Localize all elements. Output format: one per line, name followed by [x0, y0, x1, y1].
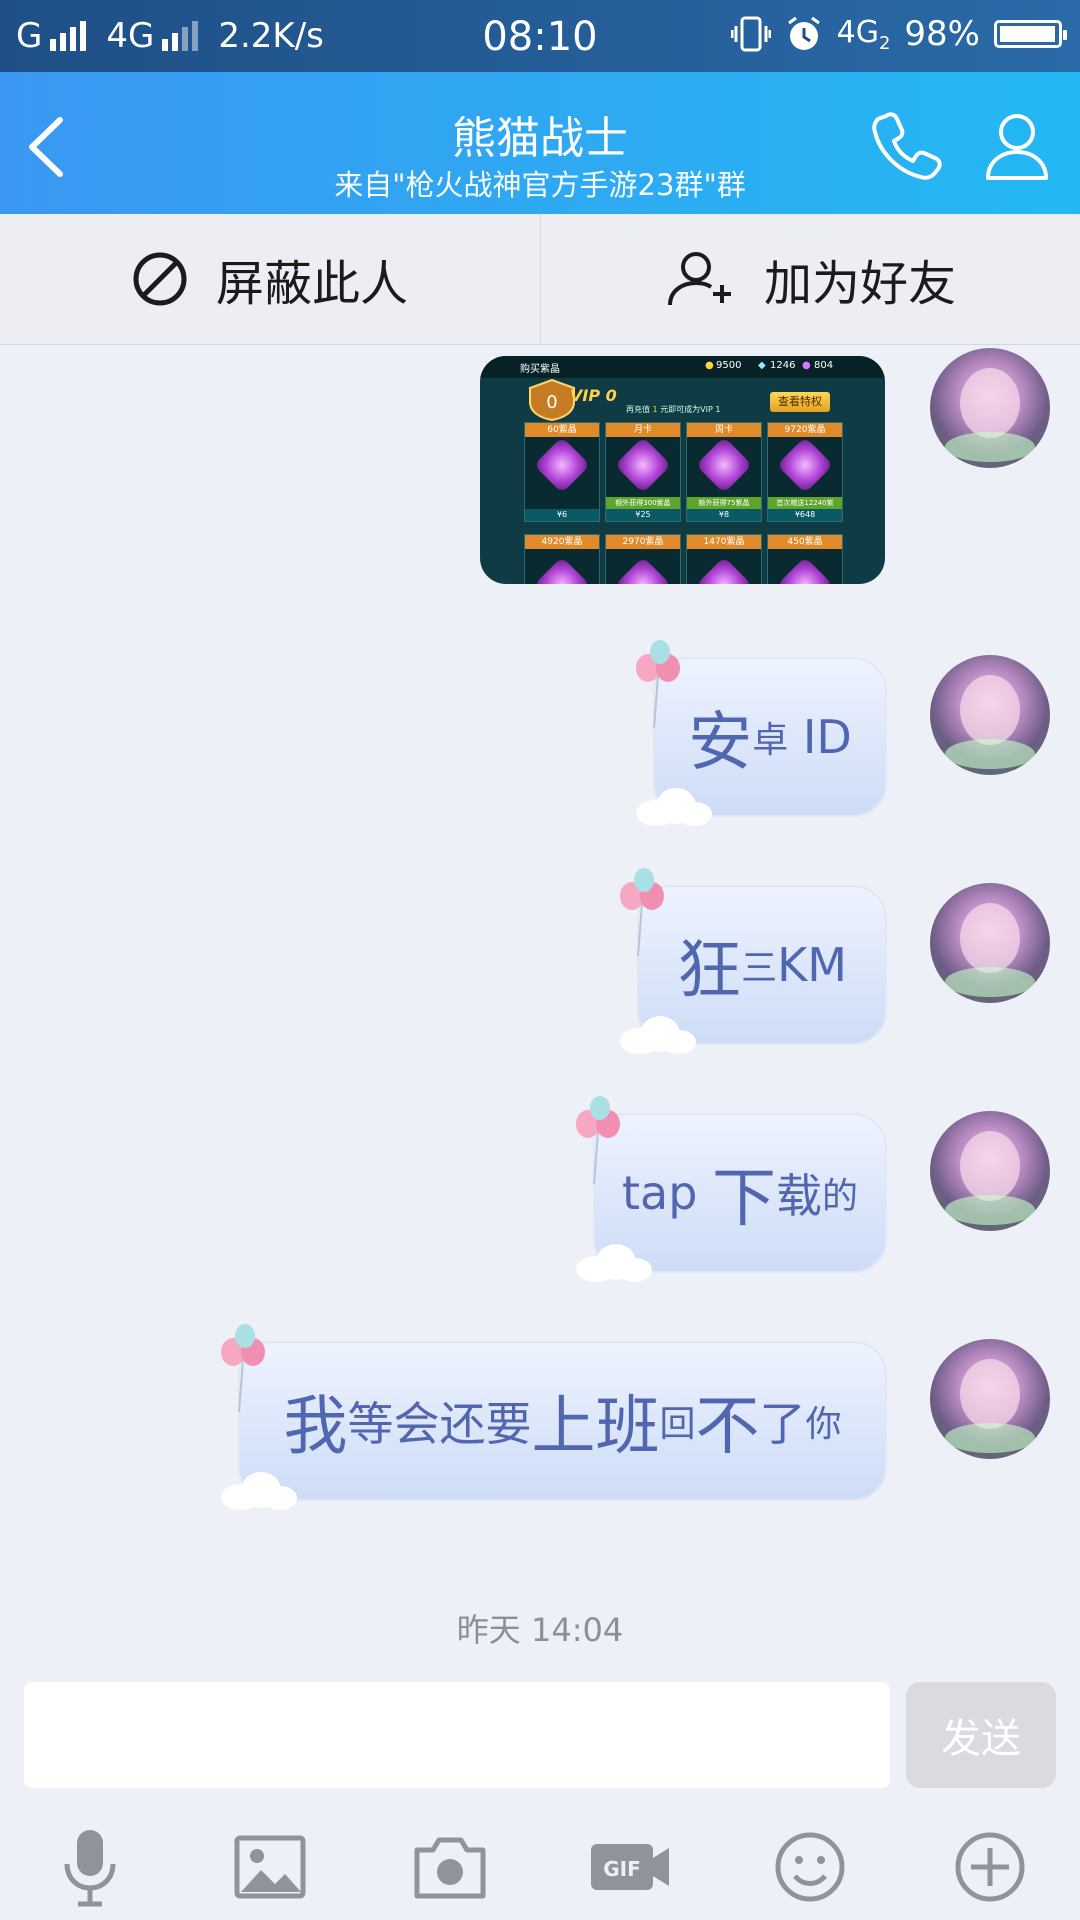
avatar[interactable] — [930, 883, 1050, 1003]
avatar[interactable] — [930, 1339, 1050, 1459]
image-topbar: 购买紫晶 ● 9500 ◆ 1246 ● 804 — [480, 356, 885, 378]
message-text-segment: 等会还要 — [347, 1397, 532, 1451]
product-card: 月卡 额外获得300紫晶 ¥25 — [605, 422, 681, 522]
product-card: 1470紫晶 — [686, 534, 762, 584]
message-text-segment: 卓 — [752, 720, 789, 761]
privilege-button: 查看特权 — [770, 392, 830, 412]
microphone-icon[interactable] — [45, 1822, 135, 1912]
message-text-segment: 不 — [695, 1390, 760, 1464]
add-friend-button[interactable]: 加为好友 — [540, 214, 1080, 344]
battery-icon — [994, 20, 1067, 48]
phone-icon[interactable] — [870, 108, 944, 182]
send-button[interactable]: 发送 — [906, 1682, 1056, 1788]
message-text-segment: 下 — [712, 1162, 777, 1236]
timestamp: 昨天 14:04 — [456, 1611, 624, 1649]
avatar[interactable] — [930, 1111, 1050, 1231]
input-toolbar: GIF — [0, 1808, 1080, 1920]
vibrate-icon — [730, 16, 771, 52]
message-text-segment: 你 — [805, 1404, 842, 1445]
message-text-segment: 狂 — [677, 934, 742, 1008]
shared-image[interactable]: 购买紫晶 ● 9500 ◆ 1246 ● 804 0 VIP 0 再充值 1 元即可成… — [480, 356, 885, 584]
product-card: 2970紫晶 — [605, 534, 681, 584]
profile-icon[interactable] — [980, 108, 1054, 182]
battery-percent: 98% — [904, 14, 980, 54]
cloud-decoration — [221, 1472, 301, 1512]
action-bar: 屏蔽此人 加为好友 — [0, 214, 1080, 345]
avatar[interactable] — [930, 655, 1050, 775]
message-text-segment: 我 — [283, 1390, 348, 1464]
vip-label: VIP 0 — [570, 386, 617, 405]
svg-text:GIF: GIF — [603, 1857, 641, 1881]
product-card: 4920紫晶 — [524, 534, 600, 584]
avatar[interactable] — [930, 348, 1050, 468]
block-user-button[interactable]: 屏蔽此人 — [0, 214, 540, 344]
image-icon[interactable] — [225, 1822, 315, 1912]
message-text-segment: 上班 — [531, 1390, 660, 1464]
balloon-icon — [221, 1324, 265, 1413]
block-user-label: 屏蔽此人 — [215, 256, 408, 312]
gif-icon[interactable]: GIF — [585, 1822, 675, 1912]
message-text-segment: 了 — [759, 1397, 806, 1451]
svg-text:0: 0 — [546, 392, 557, 413]
status-right: 4G2 98% — [730, 14, 1067, 54]
product-card: 60紫晶 ¥6 — [524, 422, 600, 522]
balloon-icon — [576, 1096, 620, 1185]
vip-progress-text: 再充值 1 元即可成为VIP 1 — [626, 405, 721, 414]
cloud-decoration — [636, 788, 716, 828]
emoji-icon[interactable] — [765, 1822, 855, 1912]
product-card: 周卡 额外获得75紫晶 ¥8 — [686, 422, 762, 522]
alarm-icon — [787, 16, 820, 50]
message-bubble[interactable]: 我等会还要 上班回不了你 — [238, 1341, 887, 1501]
message-text-segment: 的 — [822, 1176, 859, 1217]
status-bar: G 4G 2.2K/s 08:10 4G2 98% — [0, 0, 1080, 72]
message-text-segment: ID — [788, 710, 852, 764]
cloud-decoration — [620, 1016, 700, 1056]
cloud-decoration — [576, 1244, 656, 1284]
message-input[interactable] — [24, 1682, 890, 1788]
block-icon — [133, 252, 187, 306]
plus-icon[interactable] — [945, 1822, 1035, 1912]
network-label-2: 4G2 — [836, 14, 891, 54]
product-card: 450紫晶 — [767, 534, 843, 584]
product-card: 9720紫晶 首次赠送12240紫 ¥648 — [767, 422, 843, 522]
camera-icon[interactable] — [405, 1822, 495, 1912]
message-text-segment: 回 — [659, 1404, 696, 1445]
add-friend-label: 加为好友 — [763, 256, 956, 312]
message-text-segment: KM — [777, 938, 847, 992]
balloon-icon — [636, 640, 680, 729]
balloon-icon — [620, 868, 664, 957]
message-text-segment: 三 — [741, 948, 778, 989]
add-user-icon — [667, 252, 731, 306]
chat-header: 熊猫战士 来自"枪火战神官方手游23群"群 — [0, 72, 1080, 214]
message-text-segment: 载 — [776, 1169, 823, 1223]
